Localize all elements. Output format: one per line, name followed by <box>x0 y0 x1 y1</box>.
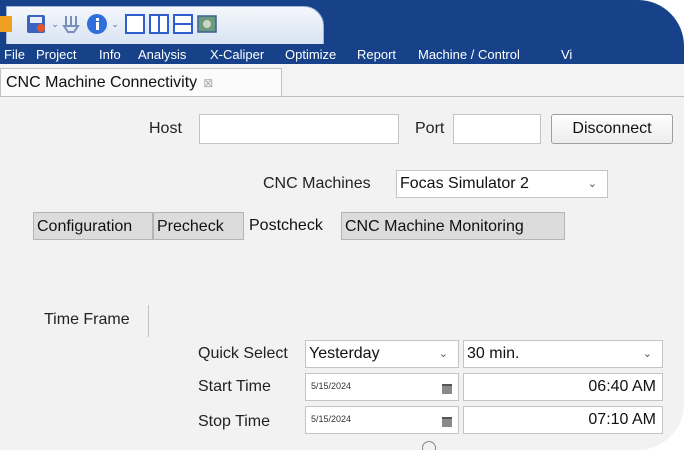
tab-close-icon[interactable]: ⊠ <box>203 76 213 90</box>
start-date-value: 5/15/2024 <box>311 381 352 391</box>
cnc-machines-value: Focas Simulator 2 <box>400 175 529 192</box>
start-time-label: Start Time <box>198 378 271 395</box>
host-label: Host <box>149 120 182 137</box>
stop-time-input[interactable]: 07:10 AM <box>463 406 663 434</box>
tools-icon[interactable] <box>62 14 84 34</box>
stop-time-label: Stop Time <box>198 413 271 430</box>
quick-select-value: Yesterday <box>309 345 380 362</box>
app-logo-icon <box>0 14 12 34</box>
chevron-down-icon: ⌄ <box>642 348 652 360</box>
menu-machine-control[interactable]: Machine / Control <box>418 47 520 62</box>
calendar-icon[interactable] <box>442 417 452 427</box>
disconnect-button[interactable]: Disconnect <box>551 114 673 144</box>
menu-x-caliper[interactable]: X-Caliper <box>210 47 264 62</box>
layout-split-vertical-icon[interactable] <box>148 14 170 34</box>
tab-configuration[interactable]: Configuration <box>33 212 153 240</box>
info-dropdown-icon[interactable]: ⌄ <box>110 14 120 34</box>
stop-date-value: 5/15/2024 <box>311 414 352 424</box>
app-window: ⌄ ⌄ File Project Info Analysis X-Caliper… <box>0 0 684 450</box>
port-input[interactable] <box>453 114 541 144</box>
quick-select-dropdown[interactable]: Yesterday ⌄ <box>305 340 459 368</box>
tab-precheck[interactable]: Precheck <box>153 212 244 240</box>
time-frame-label: Time Frame <box>44 311 130 328</box>
layout-single-icon[interactable] <box>124 14 146 34</box>
menu-optimize[interactable]: Optimize <box>285 47 336 62</box>
radio-icon[interactable] <box>422 441 436 450</box>
info-icon[interactable] <box>86 14 108 34</box>
tab-title: CNC Machine Connectivity <box>6 74 198 91</box>
tab-cnc-machine-monitoring[interactable]: CNC Machine Monitoring <box>341 212 565 240</box>
calendar-icon[interactable] <box>442 384 452 394</box>
cnc-machines-label: CNC Machines <box>263 175 371 192</box>
time-frame-divider <box>148 305 149 337</box>
toolbar: ⌄ ⌄ <box>0 0 684 46</box>
quick-select-label: Quick Select <box>198 345 288 362</box>
chevron-down-icon: ⌄ <box>587 178 597 190</box>
stop-date-input[interactable]: 5/15/2024 <box>305 406 459 434</box>
menu-bar: File Project Info Analysis X-Caliper Opt… <box>0 44 684 64</box>
menu-project[interactable]: Project <box>36 47 76 62</box>
menu-report[interactable]: Report <box>357 47 396 62</box>
layout-split-horizontal-icon[interactable] <box>172 14 194 34</box>
start-time-value: 06:40 AM <box>588 378 656 395</box>
stop-time-value: 07:10 AM <box>588 411 656 428</box>
interval-dropdown[interactable]: 30 min. ⌄ <box>463 340 663 368</box>
screenshot-icon[interactable] <box>196 14 218 34</box>
document-tab-strip: CNC Machine Connectivity ⊠ <box>0 64 684 97</box>
save-dropdown-icon[interactable]: ⌄ <box>50 14 60 34</box>
interval-value: 30 min. <box>467 345 520 362</box>
host-input[interactable] <box>199 114 399 144</box>
menu-analysis[interactable]: Analysis <box>138 47 186 62</box>
tab-cnc-machine-connectivity[interactable]: CNC Machine Connectivity ⊠ <box>0 68 282 96</box>
start-date-input[interactable]: 5/15/2024 <box>305 373 459 401</box>
start-time-input[interactable]: 06:40 AM <box>463 373 663 401</box>
menu-file[interactable]: File <box>4 47 25 62</box>
menu-view[interactable]: Vi <box>561 47 572 62</box>
chevron-down-icon: ⌄ <box>438 348 448 360</box>
cnc-machines-select[interactable]: Focas Simulator 2 ⌄ <box>396 170 608 198</box>
save-icon[interactable] <box>26 14 48 34</box>
port-label: Port <box>415 120 445 137</box>
menu-info[interactable]: Info <box>99 47 121 62</box>
tab-postcheck[interactable]: Postcheck <box>246 212 341 240</box>
